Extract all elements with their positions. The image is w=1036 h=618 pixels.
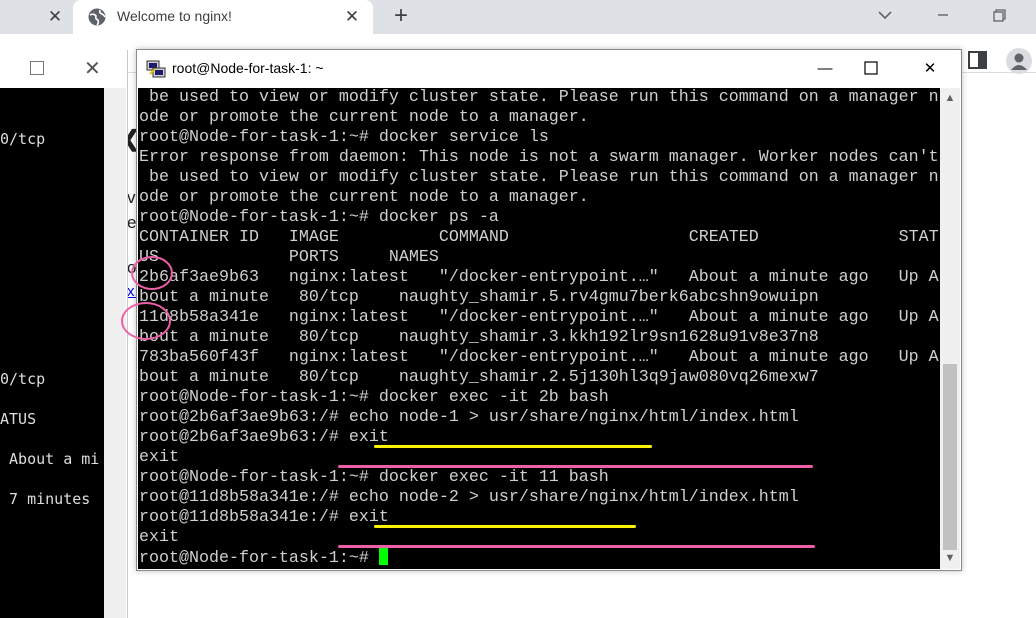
prompt-text: root@Node-for-task-1:~# [139, 549, 379, 568]
profile-icon[interactable] [1006, 48, 1032, 74]
terminal-line: exit [139, 448, 179, 467]
globe-icon [88, 8, 106, 26]
terminal-line: root@11d8b58a341e:/# echo node-2 > usr/s… [139, 488, 799, 507]
terminal-line: root@Node-for-task-1:~# docker ps -a [139, 208, 499, 227]
terminal-line: root@Node-for-task-1:~# docker exec -it … [139, 388, 609, 407]
terminal-line: 0/tcp [0, 370, 46, 388]
terminal-line: 2b6af3ae9b63 nginx:latest "/docker-entry… [139, 268, 939, 287]
terminal-output[interactable]: be used to view or modify cluster state.… [138, 88, 940, 569]
new-tab-button[interactable]: + [388, 4, 414, 30]
browser-tab-strip: ✕ Welcome to nginx! ✕ + [0, 0, 1036, 34]
pink-underline-annotation [338, 465, 813, 468]
terminal-line: ode or promote the current node to a man… [139, 108, 589, 127]
putty-icon [146, 60, 166, 78]
window-title: root@Node-for-task-1: ~ [172, 60, 324, 76]
scroll-down-arrow-icon[interactable]: ▼ [940, 550, 960, 567]
previous-tab-close-icon[interactable]: ✕ [44, 6, 66, 28]
pink-circle-annotation [131, 256, 173, 290]
terminal-line: About a mi [0, 450, 100, 468]
terminal-scrollbar[interactable]: ▲ ▼ [940, 88, 960, 569]
terminal-line: Error response from daemon: This node is… [139, 148, 939, 167]
terminal-line: root@Node-for-task-1:~# docker service l… [139, 128, 549, 147]
scroll-up-arrow-icon[interactable]: ▲ [940, 90, 960, 107]
chevron-down-icon[interactable] [872, 2, 898, 28]
tab-close-icon[interactable]: ✕ [341, 6, 363, 28]
terminal-line: be used to view or modify cluster state.… [139, 88, 939, 107]
tab-title: Welcome to nginx! [117, 8, 232, 24]
terminal-line: 0/tcp [0, 130, 46, 148]
terminal-line: root@11d8b58a341e:/# exit [139, 508, 389, 527]
terminal-line: 11d8b58a341e nginx:latest "/docker-entry… [139, 308, 939, 327]
terminal-line: CONTAINER ID IMAGE COMMAND CREATED STAT [139, 228, 939, 247]
terminal-line: 783ba560f43f nginx:latest "/docker-entry… [139, 348, 939, 367]
terminal-line: 7 minutes [0, 490, 91, 508]
restore-icon[interactable] [986, 2, 1012, 28]
terminal-line: US PORTS NAMES [139, 248, 439, 267]
close-button[interactable]: ✕ [907, 50, 953, 88]
terminal-line: bout a minute 80/tcp naughty_shamir.2.5j… [139, 368, 819, 387]
yellow-underline-annotation [374, 525, 636, 528]
minimize-button[interactable]: — [802, 50, 848, 88]
terminal-prompt-line: root@Node-for-task-1:~# [139, 548, 388, 568]
terminal-line: root@2b6af3ae9b63:/# exit [139, 428, 389, 447]
pink-underline-annotation [338, 545, 815, 548]
side-panel-icon[interactable] [966, 49, 990, 71]
terminal-cursor [378, 548, 388, 565]
terminal-line: be used to view or modify cluster state.… [139, 168, 939, 187]
scrollbar-thumb[interactable] [943, 364, 957, 550]
maximize-button[interactable] [848, 50, 894, 88]
putty-window[interactable]: root@Node-for-task-1: ~ — ✕ be used to v… [136, 49, 962, 571]
maximize-icon[interactable] [30, 61, 44, 75]
tab-welcome-to-nginx[interactable]: Welcome to nginx! ✕ [73, 0, 373, 34]
minimize-icon[interactable] [930, 2, 956, 28]
terminal-line: ode or promote the current node to a man… [139, 188, 589, 207]
terminal-line: bout a minute 80/tcp naughty_shamir.5.rv… [139, 288, 819, 307]
terminal-line: root@Node-for-task-1:~# docker exec -it … [139, 468, 609, 487]
background-terminal-output: 0/tcp 0/tcp ATUS About a mi 7 minutes [0, 88, 104, 618]
terminal-line: bout a minute 80/tcp naughty_shamir.3.kk… [139, 328, 819, 347]
terminal-line: exit [139, 528, 179, 547]
terminal-line: ATUS [0, 410, 37, 428]
terminal-line: root@2b6af3ae9b63:/# echo node-1 > usr/s… [139, 408, 799, 427]
yellow-underline-annotation [374, 445, 652, 448]
pink-circle-annotation [121, 302, 171, 340]
close-icon[interactable]: ✕ [84, 56, 101, 81]
scrollbar[interactable] [104, 88, 126, 618]
putty-titlebar[interactable]: root@Node-for-task-1: ~ — ✕ [137, 50, 961, 88]
maximize-icon [864, 61, 878, 75]
